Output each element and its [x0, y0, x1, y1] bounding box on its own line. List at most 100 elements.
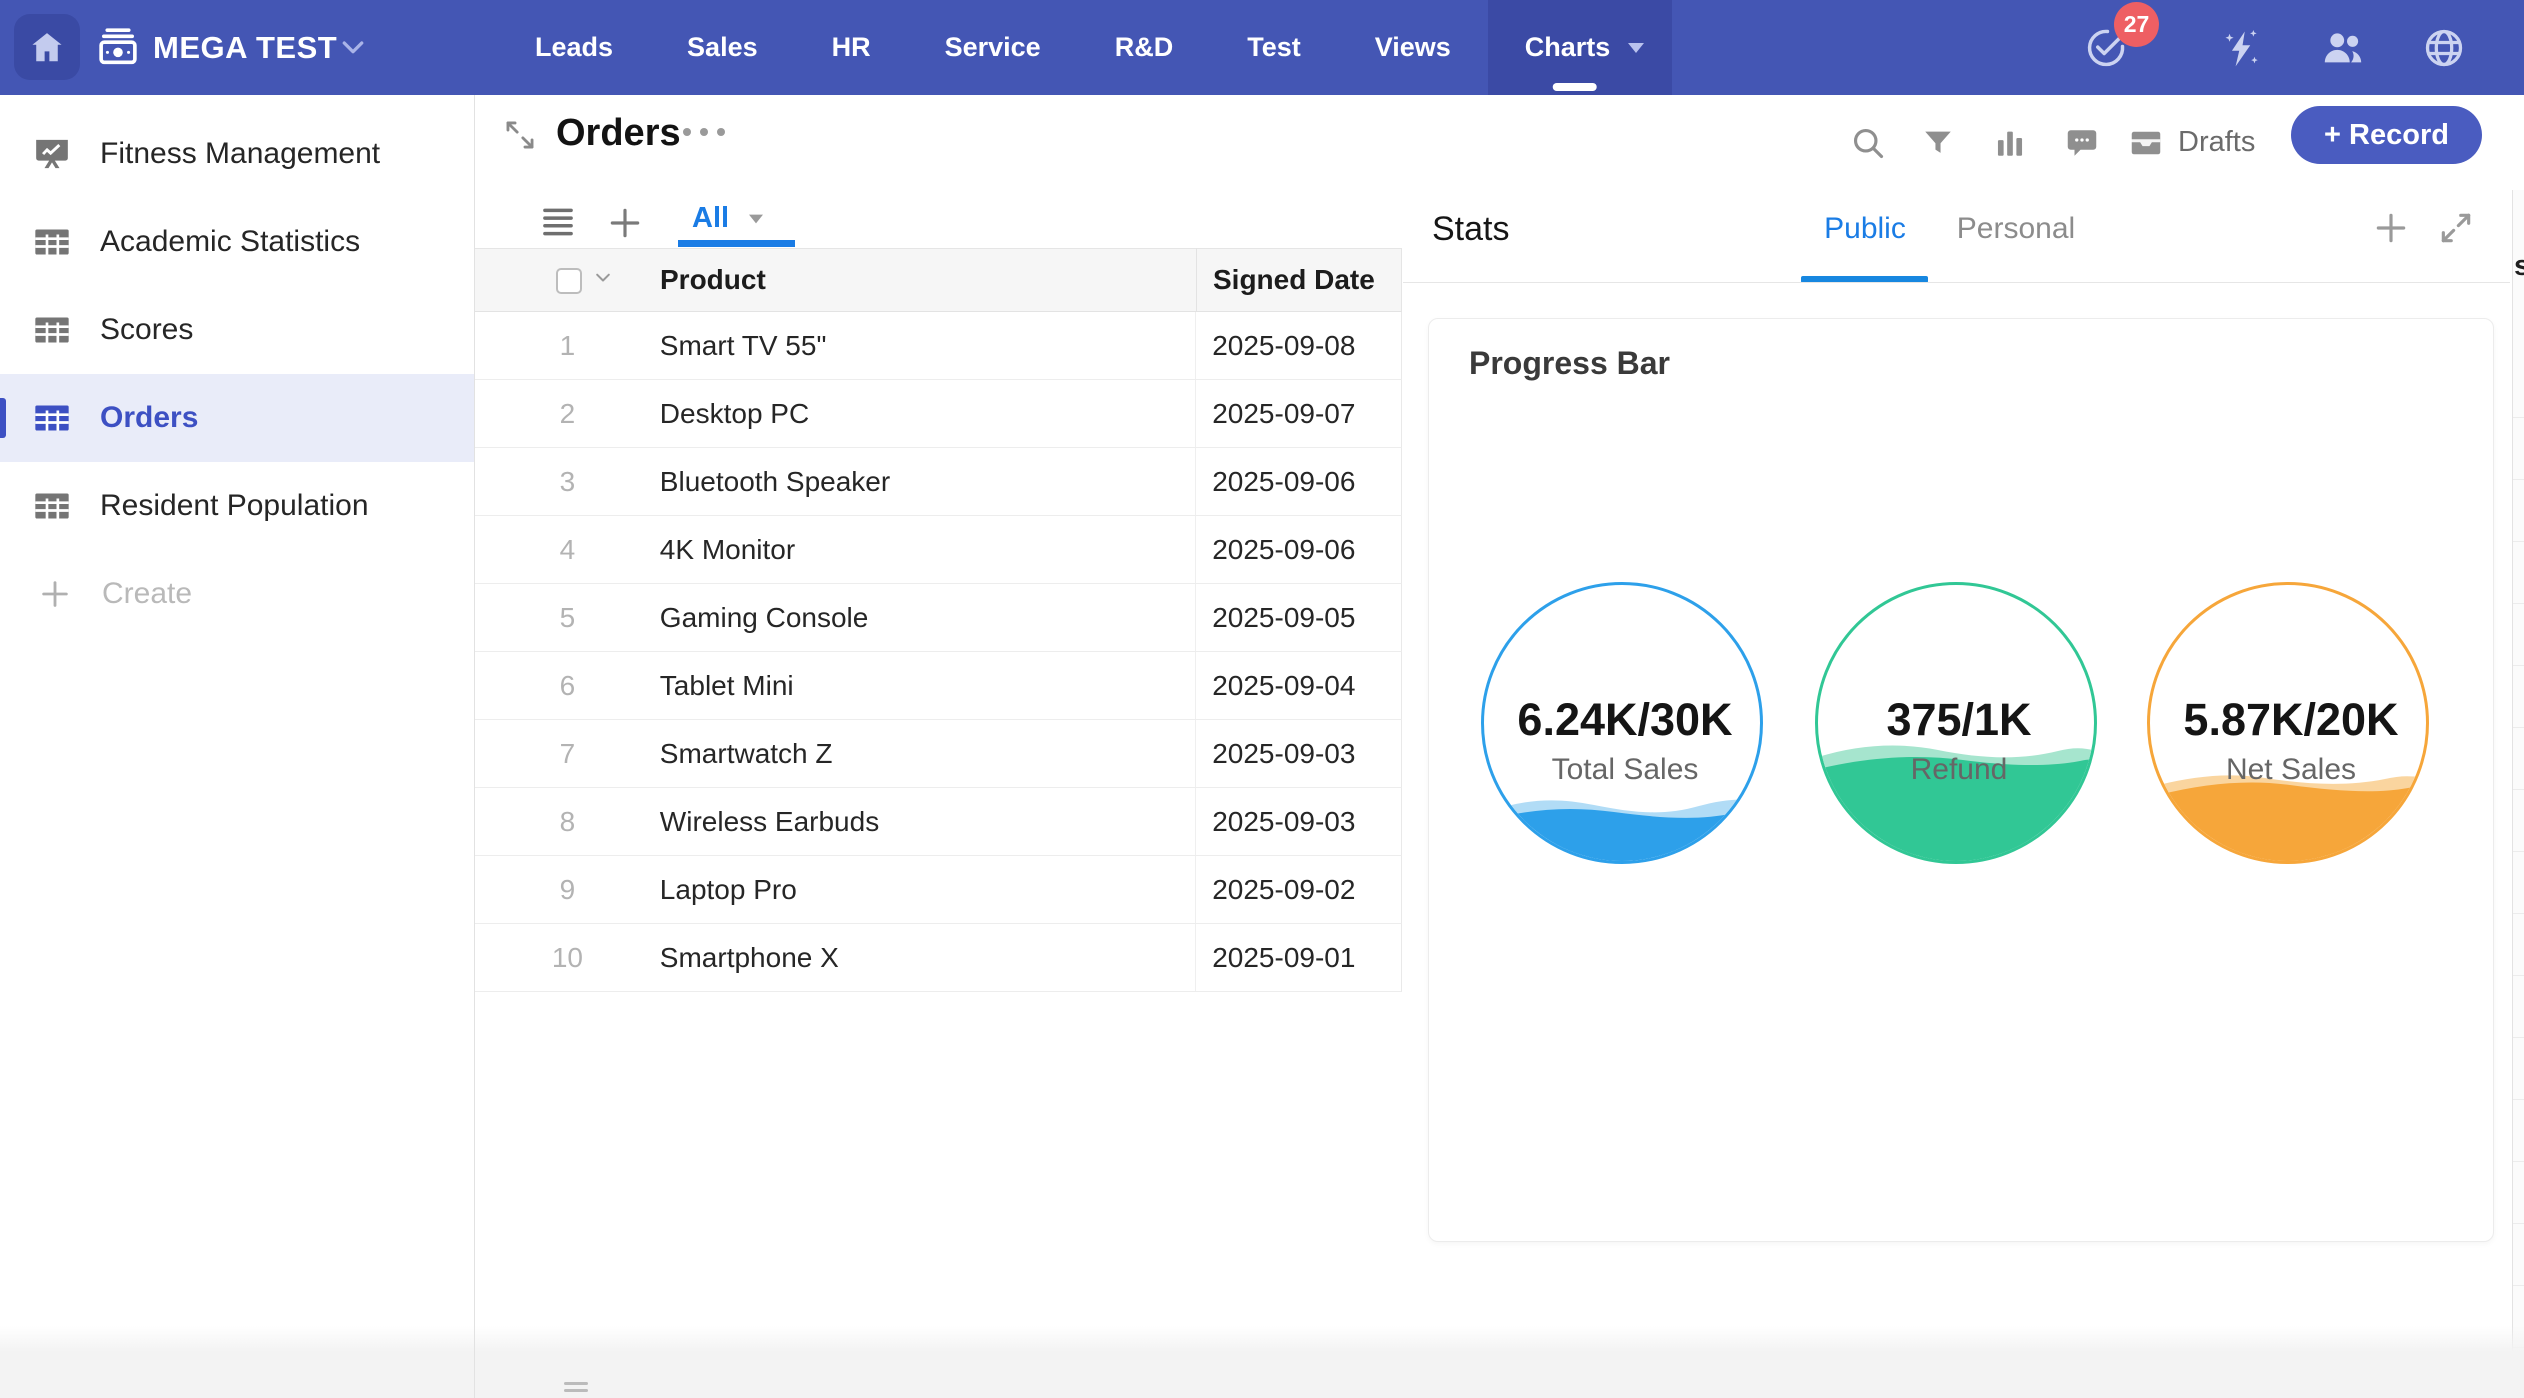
- presentation-chart-icon: [32, 134, 72, 174]
- table-row[interactable]: 2Desktop PC2025-09-07: [475, 380, 1402, 448]
- row-index: 10: [475, 924, 660, 991]
- nav-tab-test[interactable]: Test: [1210, 0, 1338, 95]
- view-caret-down-icon: [745, 212, 767, 226]
- cell-signed-date[interactable]: 2025-09-06: [1195, 516, 1401, 583]
- sidebar-item-label: Orders: [100, 401, 198, 435]
- column-header-product[interactable]: Product: [660, 264, 766, 296]
- sidebar-item-scores[interactable]: Scores: [0, 286, 474, 374]
- add-record-button[interactable]: + Record: [2291, 106, 2482, 164]
- table-row[interactable]: 44K Monitor2025-09-06: [475, 516, 1402, 584]
- cell-product[interactable]: 4K Monitor: [660, 516, 1195, 583]
- sidebar-item-label: Academic Statistics: [100, 225, 360, 259]
- workspace-name[interactable]: MEGA TEST: [153, 0, 337, 95]
- stats-tab-personal[interactable]: Personal: [1948, 212, 2084, 246]
- nav-tab-rd[interactable]: R&D: [1078, 0, 1211, 95]
- tasks-button[interactable]: 27: [2084, 26, 2128, 70]
- drafts-button[interactable]: Drafts: [2128, 95, 2255, 190]
- language-button[interactable]: [2422, 26, 2466, 70]
- table-row[interactable]: 5Gaming Console2025-09-05: [475, 584, 1402, 652]
- workspace-chevron-down-icon[interactable]: [338, 36, 368, 65]
- table-row[interactable]: 8Wireless Earbuds2025-09-03: [475, 788, 1402, 856]
- collaborators-button[interactable]: [2320, 25, 2366, 71]
- cell-product[interactable]: Wireless Earbuds: [660, 788, 1195, 855]
- table-row[interactable]: 3Bluetooth Speaker2025-09-06: [475, 448, 1402, 516]
- cell-product[interactable]: Gaming Console: [660, 584, 1195, 651]
- table-title[interactable]: Orders: [556, 112, 681, 155]
- table-row[interactable]: 7Smartwatch Z2025-09-03: [475, 720, 1402, 788]
- filter-button[interactable]: [1918, 95, 1958, 190]
- table-row[interactable]: 6Tablet Mini2025-09-04: [475, 652, 1402, 720]
- clipped-header-text: s: [2514, 250, 2524, 283]
- gauge-net-sales[interactable]: 5.87K/20K Net Sales: [2147, 582, 2429, 864]
- app-window: MEGA TEST Leads Sales HR Service R&D Tes…: [0, 0, 2524, 1398]
- row-index: 5: [475, 584, 660, 651]
- row-drag-handle[interactable]: [564, 1382, 588, 1392]
- table-row[interactable]: 1Smart TV 55"2025-09-08: [475, 312, 1402, 380]
- nav-tab-hr[interactable]: HR: [795, 0, 908, 95]
- home-button[interactable]: [14, 14, 80, 80]
- cell-signed-date[interactable]: 2025-09-07: [1195, 380, 1401, 447]
- nav-tab-sales[interactable]: Sales: [650, 0, 795, 95]
- cell-signed-date[interactable]: 2025-09-03: [1195, 720, 1401, 787]
- cell-signed-date[interactable]: 2025-09-02: [1195, 856, 1401, 923]
- gauge-label: Net Sales: [2226, 753, 2356, 787]
- table-grid-icon: [32, 398, 72, 438]
- table-options-menu[interactable]: [683, 128, 725, 136]
- cell-signed-date[interactable]: 2025-09-03: [1195, 788, 1401, 855]
- table-row[interactable]: 9Laptop Pro2025-09-02: [475, 856, 1402, 924]
- sidebar-item-orders[interactable]: Orders: [0, 374, 474, 462]
- notification-badge[interactable]: 27: [2114, 2, 2159, 47]
- bar-chart-icon: [1993, 126, 2027, 160]
- workspace-tabs: Leads Sales HR Service R&D Test Views Ch…: [498, 0, 1672, 95]
- cell-product[interactable]: Tablet Mini: [660, 652, 1195, 719]
- gauge-label: Refund: [1911, 753, 2008, 787]
- cell-signed-date[interactable]: 2025-09-08: [1195, 312, 1401, 379]
- row-index: 7: [475, 720, 660, 787]
- cell-signed-date[interactable]: 2025-09-04: [1195, 652, 1401, 719]
- header-chevron-down-icon[interactable]: [593, 271, 613, 290]
- cell-product[interactable]: Desktop PC: [660, 380, 1195, 447]
- cell-product[interactable]: Bluetooth Speaker: [660, 448, 1195, 515]
- gauge-value: 6.24K/30K: [1517, 694, 1732, 746]
- gauge-total-sales[interactable]: 6.24K/30K Total Sales: [1481, 582, 1763, 864]
- nav-tab-service[interactable]: Service: [908, 0, 1078, 95]
- gauge-label: Total Sales: [1552, 753, 1699, 787]
- expand-table-button[interactable]: [503, 118, 537, 157]
- cell-signed-date[interactable]: 2025-09-06: [1195, 448, 1401, 515]
- clipped-grid-lines: [2513, 356, 2524, 1352]
- select-all-checkbox[interactable]: [556, 268, 582, 294]
- view-list-button[interactable]: [540, 206, 576, 243]
- stats-tab-public[interactable]: Public: [1803, 212, 1927, 246]
- gauge-refund[interactable]: 375/1K Refund: [1815, 582, 2097, 864]
- table-body: 1Smart TV 55"2025-09-08 2Desktop PC2025-…: [475, 312, 1402, 992]
- cell-product[interactable]: Smartphone X: [660, 924, 1195, 991]
- column-header-signed-date[interactable]: Signed Date: [1196, 248, 1402, 312]
- cell-product[interactable]: Smart TV 55": [660, 312, 1195, 379]
- cell-signed-date[interactable]: 2025-09-01: [1195, 924, 1401, 991]
- nav-tab-views[interactable]: Views: [1338, 0, 1488, 95]
- topbar-action-icons: 27: [2084, 0, 2466, 95]
- row-index: 9: [475, 856, 660, 923]
- sidebar-item-resident-population[interactable]: Resident Population: [0, 462, 474, 550]
- search-icon: [1850, 125, 1886, 161]
- expand-stats-button[interactable]: [2437, 209, 2475, 252]
- sidebar-item-academic-statistics[interactable]: Academic Statistics: [0, 198, 474, 286]
- view-tab-all[interactable]: All: [692, 202, 767, 235]
- comments-button[interactable]: [2062, 95, 2102, 190]
- cell-product[interactable]: Smartwatch Z: [660, 720, 1195, 787]
- cell-product[interactable]: Laptop Pro: [660, 856, 1195, 923]
- sidebar-item-fitness-management[interactable]: Fitness Management: [0, 110, 474, 198]
- add-view-button[interactable]: [606, 204, 644, 247]
- search-button[interactable]: [1848, 95, 1888, 190]
- nav-tab-charts[interactable]: Charts: [1488, 0, 1673, 95]
- automations-button[interactable]: [2220, 26, 2264, 70]
- chart-card-title: Progress Bar: [1469, 345, 1670, 382]
- cell-signed-date[interactable]: 2025-09-05: [1195, 584, 1401, 651]
- nav-tab-leads[interactable]: Leads: [498, 0, 650, 95]
- charts-button[interactable]: [1990, 95, 2030, 190]
- table-row[interactable]: 10Smartphone X2025-09-01: [475, 924, 1402, 992]
- active-tab-indicator: [1553, 83, 1597, 91]
- sidebar-create-button[interactable]: Create: [0, 550, 474, 638]
- base-icon: [95, 24, 141, 75]
- add-chart-button[interactable]: [2372, 209, 2410, 252]
